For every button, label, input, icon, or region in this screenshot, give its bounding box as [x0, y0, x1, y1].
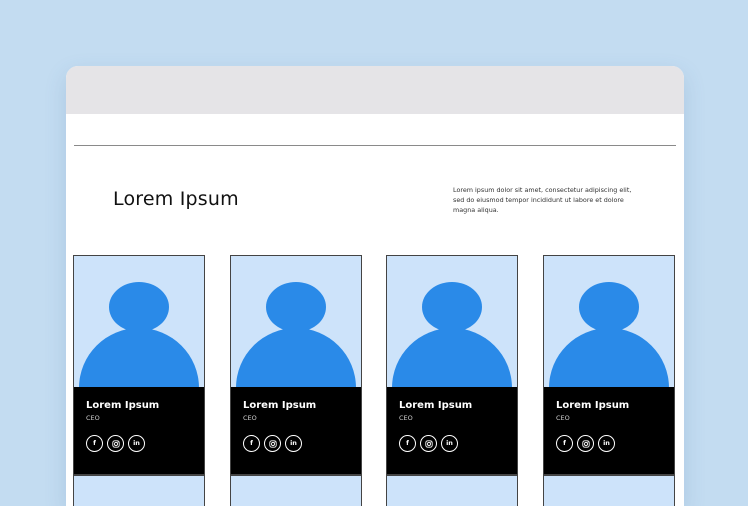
page-content: Lorem Ipsum Lorem ipsum dolor sit amet, …: [66, 114, 684, 506]
instagram-icon[interactable]: [420, 435, 437, 452]
member-info: Lorem Ipsum CEO f in: [231, 387, 361, 452]
member-info: Lorem Ipsum CEO f in: [74, 387, 204, 452]
team-card[interactable]: Lorem Ipsum CEO f in: [386, 255, 518, 475]
instagram-icon[interactable]: [577, 435, 594, 452]
social-links: f in: [399, 435, 505, 452]
team-card[interactable]: Lorem Ipsum CEO f in: [73, 255, 205, 475]
linkedin-icon[interactable]: in: [598, 435, 615, 452]
avatar-placeholder-body: [79, 328, 199, 387]
window-titlebar: [66, 66, 684, 114]
member-role: CEO: [556, 414, 570, 422]
member-role: CEO: [399, 414, 413, 422]
browser-window: Lorem Ipsum Lorem ipsum dolor sit amet, …: [66, 66, 684, 506]
instagram-icon[interactable]: [264, 435, 281, 452]
avatar-placeholder-icon: [266, 282, 326, 332]
team-card[interactable]: Lorem Ipsum CEO f in: [230, 255, 362, 475]
linkedin-icon[interactable]: in: [285, 435, 302, 452]
linkedin-icon[interactable]: in: [128, 435, 145, 452]
member-info: Lorem Ipsum CEO f in: [387, 387, 517, 452]
avatar-placeholder-icon: [422, 282, 482, 332]
member-photo: [544, 256, 674, 387]
header-divider: [74, 145, 676, 146]
avatar-placeholder-body: [549, 328, 669, 387]
avatar-placeholder-icon: [579, 282, 639, 332]
linkedin-icon[interactable]: in: [441, 435, 458, 452]
social-links: f in: [243, 435, 349, 452]
member-photo: [387, 256, 517, 387]
member-role: CEO: [243, 414, 257, 422]
social-links: f in: [556, 435, 662, 452]
member-name: Lorem Ipsum: [243, 400, 317, 411]
section-title: Lorem Ipsum: [113, 188, 239, 210]
member-photo: [74, 256, 204, 387]
facebook-icon[interactable]: f: [243, 435, 260, 452]
instagram-icon[interactable]: [107, 435, 124, 452]
member-info: Lorem Ipsum CEO f in: [544, 387, 674, 452]
member-name: Lorem Ipsum: [86, 400, 160, 411]
facebook-icon[interactable]: f: [399, 435, 416, 452]
member-role: CEO: [86, 414, 100, 422]
team-grid: Lorem Ipsum CEO f in Lorem Ipsum CEO f i…: [73, 255, 677, 506]
avatar-placeholder-body: [236, 328, 356, 387]
member-name: Lorem Ipsum: [556, 400, 630, 411]
social-links: f in: [86, 435, 192, 452]
member-photo: [231, 256, 361, 387]
avatar-placeholder-icon: [109, 282, 169, 332]
facebook-icon[interactable]: f: [556, 435, 573, 452]
section-description: Lorem ipsum dolor sit amet, consectetur …: [453, 186, 632, 214]
avatar-placeholder-body: [392, 328, 512, 387]
member-name: Lorem Ipsum: [399, 400, 473, 411]
team-card[interactable]: Lorem Ipsum CEO f in: [543, 255, 675, 475]
facebook-icon[interactable]: f: [86, 435, 103, 452]
